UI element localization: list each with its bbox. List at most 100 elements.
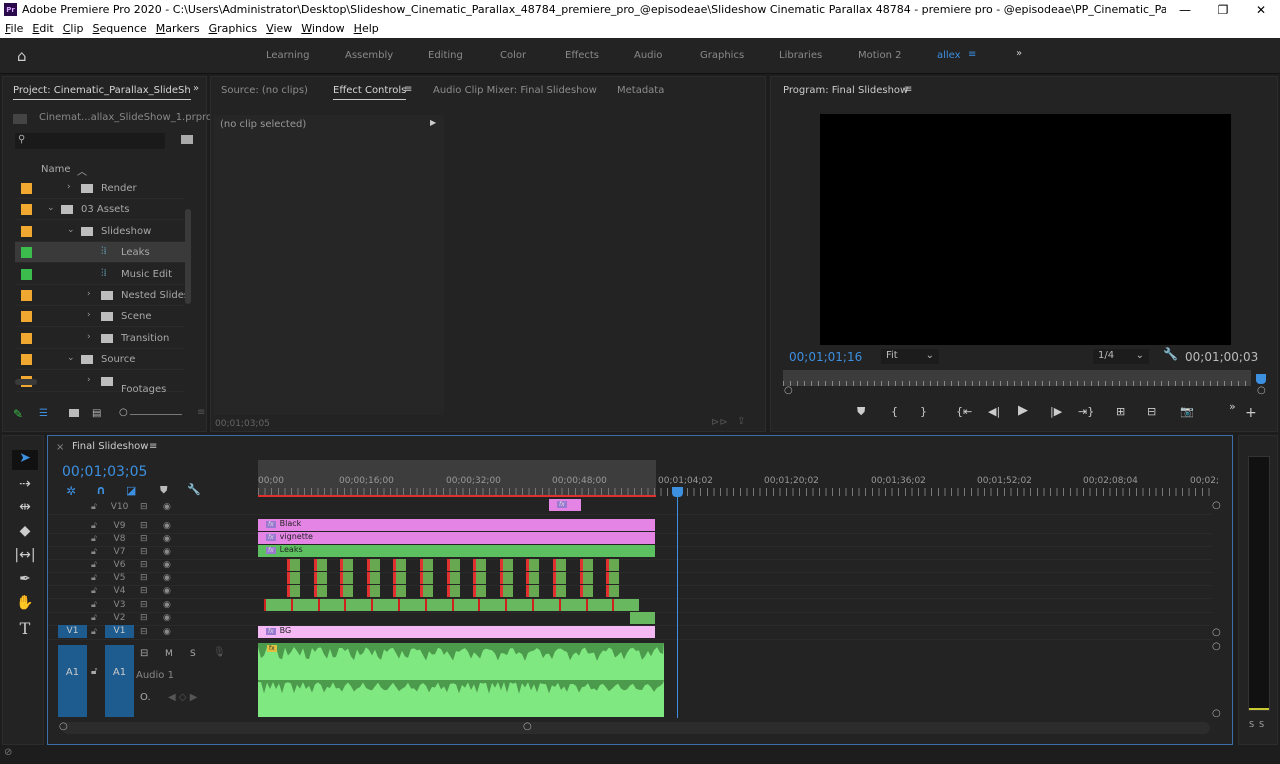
- toggle-output-eye-icon[interactable]: ◉: [163, 547, 171, 557]
- lock-icon[interactable]: 🔓︎: [91, 600, 97, 610]
- lock-icon[interactable]: 🔓︎: [91, 573, 97, 583]
- v3-clip[interactable]: [344, 599, 372, 611]
- workspace-audio[interactable]: Audio: [634, 50, 662, 61]
- v4-clip[interactable]: [553, 585, 566, 597]
- linked-selection-icon[interactable]: ◪: [126, 484, 136, 497]
- sync-lock-icon[interactable]: ⊟: [140, 573, 148, 583]
- prev-keyframe-icon[interactable]: ◀ ◇ ▶: [168, 692, 197, 703]
- home-icon[interactable]: ⌂: [17, 47, 27, 65]
- project-item-footages[interactable]: › Footages: [15, 371, 185, 395]
- timeline-timecode[interactable]: 00;01;03;05: [62, 464, 147, 480]
- v5-clip[interactable]: [340, 572, 354, 584]
- toggle-output-eye-icon[interactable]: ◉: [163, 586, 171, 596]
- toggle-output-eye-icon[interactable]: ◉: [163, 521, 171, 531]
- hand-tool-icon[interactable]: ✋: [12, 595, 38, 615]
- v3-clip[interactable]: [264, 599, 291, 611]
- new-search-bin-icon[interactable]: [181, 135, 193, 144]
- v2-clip[interactable]: [630, 612, 655, 624]
- menu-clip[interactable]: Clip: [63, 22, 84, 35]
- panel-menu-icon[interactable]: ≡: [197, 407, 205, 418]
- workspace-effects[interactable]: Effects: [565, 50, 599, 61]
- chevron-down-icon[interactable]: ⌄: [47, 203, 55, 213]
- label-color-swatch[interactable]: [21, 183, 32, 194]
- list-view-icon[interactable]: ☰: [39, 408, 48, 419]
- button-editor-icon[interactable]: +: [1245, 405, 1257, 421]
- mute-button[interactable]: M: [165, 649, 173, 659]
- v3-clip[interactable]: [612, 599, 640, 611]
- v5-clip[interactable]: [526, 572, 540, 584]
- a-scroll-bottom[interactable]: ○: [1212, 708, 1221, 719]
- freeform-view-icon[interactable]: ▤: [92, 408, 101, 419]
- zoom-level-select[interactable]: Fit ⌄: [881, 349, 939, 364]
- name-column-header[interactable]: Name: [41, 164, 71, 175]
- lock-icon[interactable]: 🔓︎: [91, 666, 97, 677]
- label-color-swatch[interactable]: [21, 247, 32, 259]
- project-item-03-assets[interactable]: ⌄ 03 Assets: [15, 199, 185, 221]
- solo-right-button[interactable]: S: [1259, 720, 1264, 729]
- track-target[interactable]: V6: [105, 560, 134, 570]
- workspace-menu-icon[interactable]: ≡: [968, 49, 976, 60]
- sync-lock-icon[interactable]: ⊟: [140, 521, 148, 531]
- workspace-editing[interactable]: Editing: [428, 50, 463, 61]
- minimize-button[interactable]: —: [1166, 3, 1204, 17]
- scroll-handle-right[interactable]: ○: [523, 721, 532, 732]
- project-item-scene[interactable]: › Scene: [15, 306, 185, 328]
- horizontal-scrollbar[interactable]: [15, 379, 37, 385]
- type-tool-icon[interactable]: T: [12, 619, 38, 639]
- v8-clip-vignette[interactable]: fx vignette: [258, 532, 655, 544]
- lock-icon[interactable]: 🔓︎: [91, 502, 97, 512]
- a-scroll-top[interactable]: ○: [1212, 641, 1221, 652]
- voiceover-mic-icon[interactable]: 🎙︎: [213, 647, 226, 658]
- track-target[interactable]: V3: [105, 600, 134, 610]
- label-color-swatch[interactable]: [21, 204, 32, 216]
- v4-clip[interactable]: [473, 585, 487, 597]
- v3-clip[interactable]: [532, 599, 559, 611]
- playhead-line[interactable]: [677, 490, 678, 718]
- solo-button[interactable]: S: [190, 649, 196, 659]
- more-buttons-icon[interactable]: »: [1229, 400, 1236, 413]
- menu-graphics[interactable]: Graphics: [209, 22, 258, 35]
- v5-clip[interactable]: [313, 572, 327, 584]
- label-color-swatch[interactable]: [21, 268, 32, 280]
- toggle-output-eye-icon[interactable]: ◉: [163, 573, 171, 583]
- toggle-output-eye-icon[interactable]: ◉: [163, 627, 171, 637]
- v6-clip[interactable]: [579, 559, 593, 571]
- panel-menu-icon[interactable]: ≡: [904, 84, 912, 95]
- label-color-swatch[interactable]: [21, 354, 32, 366]
- v3-clip[interactable]: [505, 599, 533, 611]
- v6-clip[interactable]: [553, 559, 566, 571]
- lock-icon[interactable]: 🔓︎: [91, 560, 97, 570]
- project-item-source[interactable]: ⌄ Source: [15, 349, 185, 371]
- tab-project[interactable]: Project: Cinematic_Parallax_SlideSh: [13, 85, 191, 100]
- v6-clip[interactable]: [473, 559, 487, 571]
- sync-lock-icon[interactable]: ⊟: [140, 547, 148, 557]
- sync-lock-icon[interactable]: ⊟: [140, 600, 148, 610]
- sync-lock-icon[interactable]: ⊟: [140, 534, 148, 544]
- v4-clip[interactable]: [393, 585, 407, 597]
- panel-menu-icon[interactable]: ≡: [149, 441, 157, 452]
- sync-lock-icon[interactable]: ⊟: [140, 648, 148, 659]
- close-tab-icon[interactable]: ×: [56, 442, 64, 453]
- lock-icon[interactable]: 🔓︎: [91, 534, 97, 544]
- step-back-button[interactable]: ◀|: [988, 405, 1000, 418]
- zoom-scroll-start[interactable]: ○: [784, 385, 793, 396]
- snap-icon[interactable]: ∩: [96, 483, 106, 497]
- play-button[interactable]: ▶: [1018, 403, 1028, 418]
- v3-clip[interactable]: [478, 599, 506, 611]
- timeline-settings-icon[interactable]: 🔧: [187, 483, 201, 496]
- toggle-output-eye-icon[interactable]: ◉: [163, 613, 171, 623]
- lock-icon[interactable]: 🔓︎: [91, 613, 97, 623]
- sync-lock-icon[interactable]: ⊟: [140, 627, 148, 637]
- lock-icon[interactable]: 🔓︎: [91, 547, 97, 557]
- tab-effect-controls[interactable]: Effect Controls: [333, 85, 407, 100]
- v3-clip[interactable]: [317, 599, 345, 611]
- nest-toggle-icon[interactable]: ✲: [66, 484, 76, 498]
- zoom-slider[interactable]: [130, 414, 182, 415]
- v6-clip[interactable]: [366, 559, 380, 571]
- v6-clip[interactable]: [499, 559, 513, 571]
- mark-in-button[interactable]: {: [891, 405, 898, 418]
- workspace-assembly[interactable]: Assembly: [345, 50, 393, 61]
- workspace-motion-2[interactable]: Motion 2: [858, 50, 901, 61]
- panel-menu-icon[interactable]: ≡: [404, 84, 412, 95]
- extract-button[interactable]: ⊟: [1147, 405, 1156, 418]
